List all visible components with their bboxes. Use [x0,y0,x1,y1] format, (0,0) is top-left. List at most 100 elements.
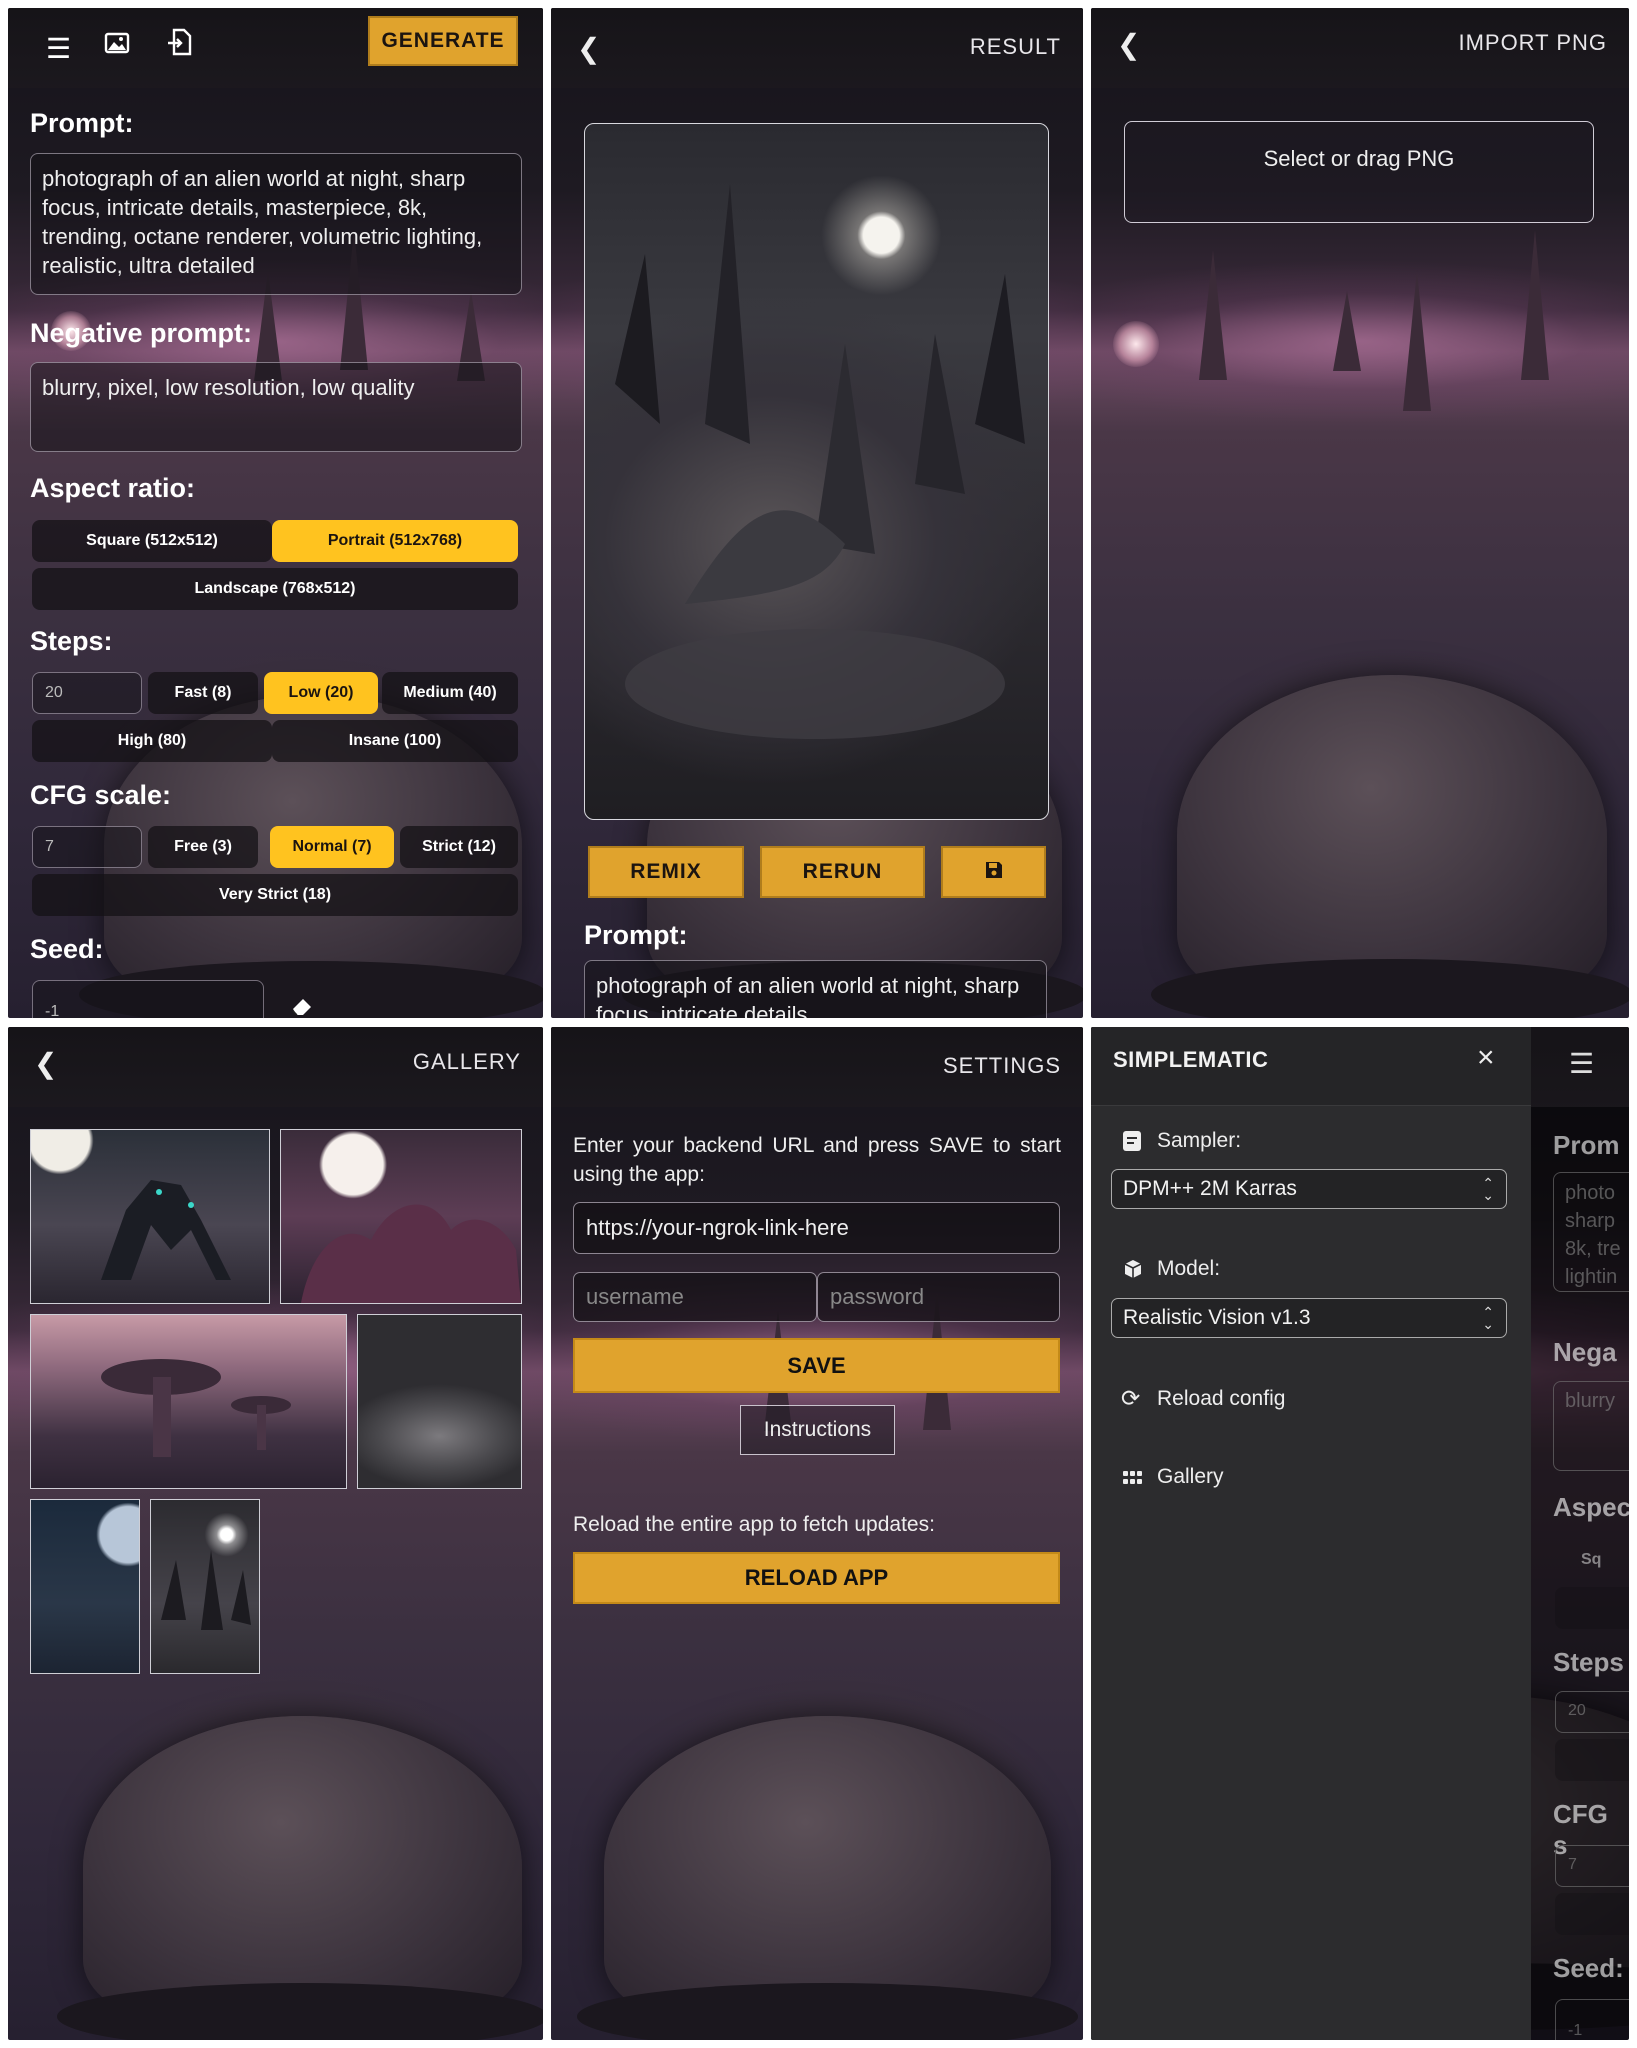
gallery-screen: ❮ GALLERY [8,1027,543,2040]
reload-config-item[interactable]: ⟳ Reload config [1121,1385,1501,1419]
drawer-screen: ☰ Prom photo sharp 8k, tre lightin Nega … [1091,1027,1629,2040]
negative-prompt-input[interactable]: blurry, pixel, low resolution, low quali… [30,362,522,452]
import-icon[interactable] [166,28,192,63]
result-image [584,123,1049,820]
reload-config-label: Reload config [1157,1387,1286,1410]
aspect-ratio-label: Aspect ratio: [30,473,196,503]
steps-high-option[interactable]: High (80) [32,720,272,762]
peek-label: Nega [1553,1337,1617,1367]
peek-steps-input: 20 [1555,1691,1629,1733]
gallery-label: Gallery [1157,1465,1224,1488]
screen-title: RESULT [969,34,1061,59]
peek-label: Aspec [1553,1492,1629,1522]
peek-prompt-line: sharp [1565,1210,1616,1232]
png-dropzone[interactable]: Select or drag PNG [1124,121,1594,223]
prompt-label: Prompt: [30,108,134,138]
rerun-button[interactable]: RERUN [760,846,925,898]
cfg-normal-option[interactable]: Normal (7) [270,826,394,868]
gallery-thumbnail[interactable] [150,1499,260,1674]
cfg-free-option[interactable]: Free (3) [148,826,258,868]
peek-cfg-input: 7 [1555,1845,1629,1887]
floppy-disk-icon [984,860,1004,885]
password-input[interactable]: password [817,1272,1060,1322]
aspect-portrait-option[interactable]: Portrait (512x768) [272,520,518,562]
gallery-thumbnail[interactable] [280,1129,522,1304]
peek-square-option: Sq [1581,1551,1602,1568]
image-icon[interactable] [104,30,130,63]
peek-content: Prom photo sharp 8k, tre lightin Nega bl… [1531,1027,1629,2040]
screen-title: SETTINGS [942,1053,1061,1078]
steps-input[interactable]: 20 [32,672,142,714]
steps-insane-option[interactable]: Insane (100) [272,720,518,762]
app-name: SIMPLEMATIC [1113,1047,1269,1072]
eraser-icon[interactable] [290,994,314,1018]
seed-input[interactable]: -1 [32,980,264,1018]
import-png-screen: ❮ IMPORT PNG Select or drag PNG [1091,8,1629,1018]
cfg-input[interactable]: 7 [32,826,142,868]
menu-icon[interactable]: ☰ [46,32,71,65]
peek-label: Seed: [1553,1953,1624,1983]
cfg-very-strict-option[interactable]: Very Strict (18) [32,874,518,916]
model-value: Realistic Vision v1.3 [1123,1306,1311,1329]
peek-chip [1555,1739,1629,1781]
result-prompt-text[interactable]: photograph of an alien world at night, s… [584,960,1047,1018]
reload-app-button[interactable]: RELOAD APP [573,1552,1060,1604]
peek-chip [1555,1587,1629,1629]
gallery-thumbnail[interactable] [357,1314,522,1489]
sampler-label: Sampler: [1157,1129,1242,1152]
result-prompt-label: Prompt: [584,920,688,950]
sampler-value: DPM++ 2M Karras [1123,1177,1297,1200]
peek-prompt-line: photo [1565,1182,1616,1204]
close-icon[interactable]: × [1477,1041,1495,1075]
instructions-button[interactable]: Instructions [740,1405,895,1455]
sampler-select[interactable]: DPM++ 2M Karras ⌃ ⌄ [1111,1169,1507,1209]
settings-intro-text: Enter your backend URL and press SAVE to… [573,1134,1061,1186]
refresh-icon: ⟳ [1121,1385,1141,1411]
steps-medium-option[interactable]: Medium (40) [382,672,518,714]
updown-chevron-icon: ⌃ ⌄ [1482,1304,1494,1332]
screen-title: GALLERY [412,1049,521,1074]
generate-button[interactable]: GENERATE [368,16,518,66]
steps-fast-option[interactable]: Fast (8) [148,672,258,714]
peek-prompt-box: photo sharp 8k, tre lightin [1553,1172,1629,1292]
gallery-thumbnail[interactable] [30,1129,270,1304]
sampler-icon [1123,1131,1141,1151]
model-select[interactable]: Realistic Vision v1.3 ⌃ ⌄ [1111,1298,1507,1338]
back-chevron-icon[interactable]: ❮ [1117,28,1140,61]
model-label: Model: [1157,1257,1221,1280]
back-chevron-icon[interactable]: ❮ [577,32,600,65]
peek-label: Steps [1553,1647,1624,1677]
steps-low-option[interactable]: Low (20) [264,672,378,714]
peek-prompt-line: lightin [1565,1266,1618,1288]
dropzone-label: Select or drag PNG [1263,146,1455,171]
grid-icon [1123,1471,1143,1490]
save-button[interactable] [941,846,1046,898]
cfg-scale-label: CFG scale: [30,780,172,810]
result-screen: ❮ RESULT REMIX RERUN Prompt: photograph … [551,8,1083,1018]
peek-chip [1555,1893,1629,1935]
peek-label: Prom [1553,1130,1620,1160]
screen-title: IMPORT PNG [1458,30,1607,55]
generate-screen: ☰ GENERATE Prompt: photograph of an alie… [8,8,543,1018]
aspect-landscape-option[interactable]: Landscape (768x512) [32,568,518,610]
steps-label: Steps: [30,626,113,656]
cfg-strict-option[interactable]: Strict (12) [400,826,518,868]
save-settings-button[interactable]: SAVE [573,1338,1060,1393]
aspect-square-option[interactable]: Square (512x512) [32,520,272,562]
gallery-thumbnail[interactable] [30,1314,347,1489]
peek-negative-box: blurry [1553,1381,1629,1471]
remix-button[interactable]: REMIX [588,846,744,898]
gallery-item[interactable]: Gallery [1121,1463,1501,1497]
peek-prompt-line: 8k, tre [1565,1238,1621,1260]
updown-chevron-icon: ⌃ ⌄ [1482,1175,1494,1203]
gallery-thumbnail[interactable] [30,1499,140,1674]
username-input[interactable]: username [573,1272,817,1322]
prompt-input[interactable]: photograph of an alien world at night, s… [30,153,522,295]
back-chevron-icon[interactable]: ❮ [34,1047,57,1080]
seed-label: Seed: [30,934,104,964]
negative-prompt-label: Negative prompt: [30,318,253,348]
backend-url-input[interactable]: https://your-ngrok-link-here [573,1202,1060,1254]
side-drawer: SIMPLEMATIC × Sampler: DPM++ 2M Karras ⌃… [1091,1027,1531,2040]
peek-seed-input: -1 [1555,1999,1629,2040]
settings-screen: SETTINGS Enter your backend URL and pres… [551,1027,1083,2040]
